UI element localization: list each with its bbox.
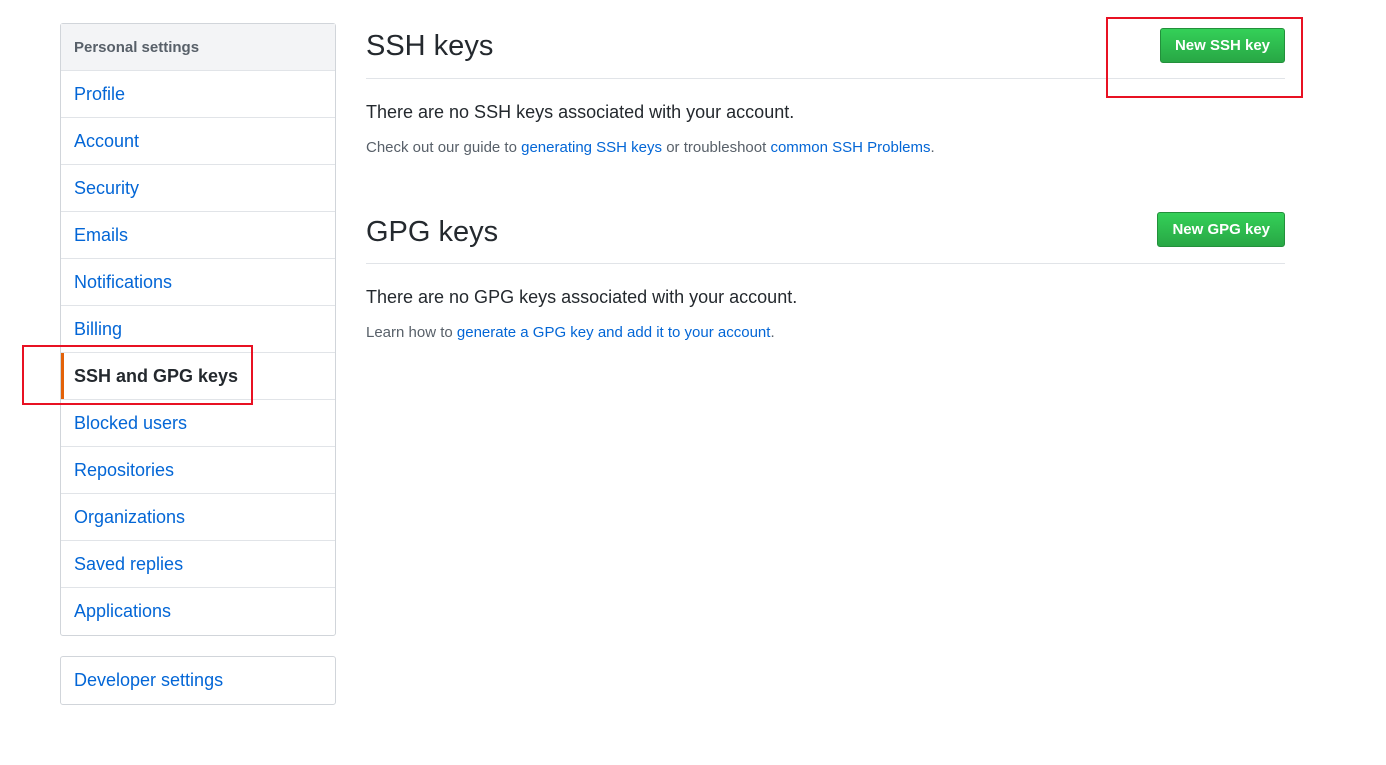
generate-gpg-key-link[interactable]: generate a GPG key and add it to your ac… <box>457 324 771 341</box>
personal-settings-menu: Personal settings Profile Account Securi… <box>60 23 336 636</box>
ssh-blank-message: There are no SSH keys associated with yo… <box>366 102 795 122</box>
gpg-keys-section: GPG keys New GPG key There are no GPG ke… <box>366 184 1285 341</box>
new-gpg-key-button[interactable]: New GPG key <box>1157 212 1285 247</box>
ssh-note-middle: or troubleshoot <box>662 139 771 156</box>
ssh-keys-title: SSH keys <box>366 30 494 62</box>
sidebar-item-saved-replies[interactable]: Saved replies <box>61 541 335 588</box>
gpg-note-suffix: . <box>770 324 775 341</box>
ssh-keys-subhead: SSH keys New SSH key <box>366 0 1285 79</box>
sidebar-item-blocked-users[interactable]: Blocked users <box>61 400 335 447</box>
ssh-note-prefix: Check out our guide to <box>366 139 522 156</box>
generating-ssh-keys-link[interactable]: generating SSH keys <box>521 139 662 156</box>
common-ssh-problems-link[interactable]: common SSH Problems <box>770 139 930 156</box>
main-content: SSH keys New SSH key There are no SSH ke… <box>366 0 1285 341</box>
sidebar-item-security[interactable]: Security <box>61 165 335 212</box>
sidebar-item-billing[interactable]: Billing <box>61 306 335 353</box>
sidebar-item-profile[interactable]: Profile <box>61 71 335 118</box>
ssh-note-suffix: . <box>930 139 935 156</box>
gpg-keys-title: GPG keys <box>366 216 499 248</box>
gpg-blank-message: There are no GPG keys associated with yo… <box>366 287 798 307</box>
sidebar-item-account[interactable]: Account <box>61 118 335 165</box>
gpg-note-prefix: Learn how to <box>366 324 457 341</box>
gpg-help-note: Learn how to generate a GPG key and add … <box>366 324 1285 341</box>
new-ssh-key-button[interactable]: New SSH key <box>1159 28 1285 63</box>
sidebar-item-emails[interactable]: Emails <box>61 212 335 259</box>
gpg-keys-subhead: GPG keys New GPG key <box>366 184 1285 264</box>
developer-settings-menu: Developer settings <box>60 656 336 705</box>
sidebar-item-ssh-gpg-keys[interactable]: SSH and GPG keys <box>61 353 335 400</box>
settings-page: Personal settings Profile Account Securi… <box>0 0 1386 765</box>
ssh-help-note: Check out our guide to generating SSH ke… <box>366 139 1285 156</box>
ssh-keys-section: SSH keys New SSH key There are no SSH ke… <box>366 0 1285 156</box>
menu-heading: Personal settings <box>61 24 335 71</box>
sidebar-item-notifications[interactable]: Notifications <box>61 259 335 306</box>
sidebar-item-organizations[interactable]: Organizations <box>61 494 335 541</box>
sidebar-item-developer-settings[interactable]: Developer settings <box>61 657 335 704</box>
sidebar-item-applications[interactable]: Applications <box>61 588 335 635</box>
sidebar-item-repositories[interactable]: Repositories <box>61 447 335 494</box>
